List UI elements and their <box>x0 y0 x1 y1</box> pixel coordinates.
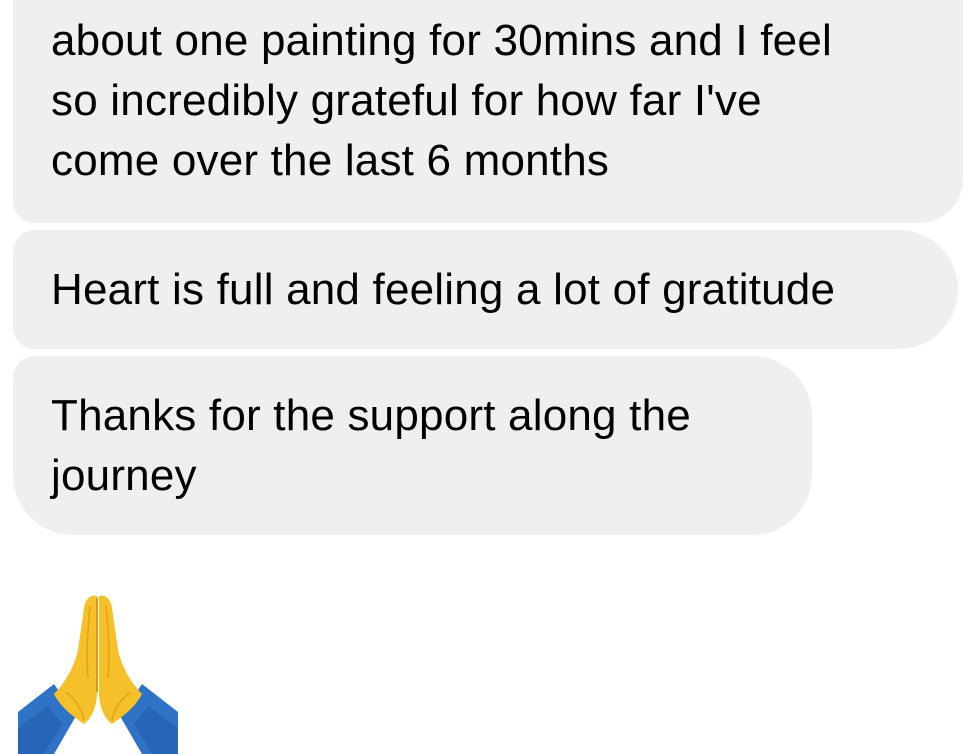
message-line: come over the last 6 months <box>51 136 610 185</box>
message-bubble[interactable]: Heart is full and feeling a lot of grati… <box>13 230 958 349</box>
message-line: Thanks for the support along the <box>51 391 691 440</box>
message-bubble[interactable]: about one painting for 30mins and I feel… <box>13 0 963 223</box>
message-line: Heart is full and feeling a lot of grati… <box>51 265 836 314</box>
folded-hands-icon[interactable] <box>18 588 178 754</box>
message-text: about one painting for 30mins and I feel… <box>51 11 832 191</box>
message-bubble[interactable]: Thanks for the support along the journey <box>13 356 812 535</box>
message-line: about one painting for 30mins and I feel <box>51 16 832 65</box>
message-line: so incredibly grateful for how far I've <box>51 76 762 125</box>
message-line: journey <box>51 451 197 500</box>
